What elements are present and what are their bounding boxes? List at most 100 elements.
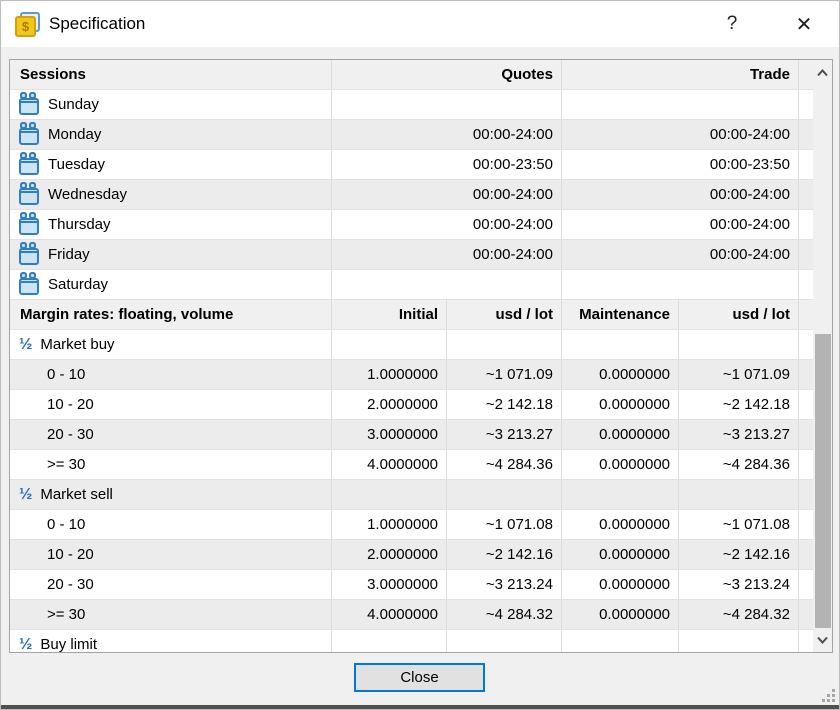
specification-dialog: $ Specification ? ✕ Sessions Quotes Trad…	[0, 0, 840, 710]
table-row-monday[interactable]: Monday 00:00-24:00 00:00-24:00	[10, 120, 813, 150]
initial-usd-cell: ~2 142.16	[447, 540, 562, 569]
resize-grip[interactable]	[822, 689, 835, 702]
initial-usd-cell: ~3 213.27	[447, 420, 562, 449]
scroll-up-button[interactable]	[813, 60, 832, 85]
maintenance-usd-cell: ~2 142.16	[679, 540, 799, 569]
day-label: Friday	[48, 246, 90, 263]
maintenance-cell: 0.0000000	[562, 390, 679, 419]
close-icon[interactable]: ✕	[781, 1, 827, 47]
day-label: Wednesday	[48, 186, 127, 203]
quotes-column-header: Quotes	[332, 60, 562, 89]
range-label: 10 - 20	[10, 540, 332, 569]
table-row[interactable]: >= 30 4.0000000 ~4 284.32 0.0000000 ~4 2…	[10, 600, 813, 630]
window-bottom-edge	[1, 705, 839, 709]
trade-cell: 00:00-24:00	[562, 120, 799, 149]
quotes-cell	[332, 270, 562, 299]
day-label: Monday	[48, 126, 101, 143]
range-label: 20 - 30	[10, 420, 332, 449]
table-rows: Sessions Quotes Trade Sunday Monday 00:0…	[10, 60, 813, 652]
group-label: Market sell	[40, 486, 113, 503]
maintenance-usd-cell: ~1 071.09	[679, 360, 799, 389]
initial-usd-cell: ~4 284.36	[447, 450, 562, 479]
range-label: 10 - 20	[10, 390, 332, 419]
day-label: Tuesday	[48, 156, 105, 173]
range-label: >= 30	[10, 600, 332, 629]
maintenance-usd-cell: ~2 142.18	[679, 390, 799, 419]
initial-usd-cell: ~1 071.08	[447, 510, 562, 539]
calendar-icon	[19, 278, 39, 295]
table-row[interactable]: 0 - 10 1.0000000 ~1 071.08 0.0000000 ~1 …	[10, 510, 813, 540]
trade-cell: 00:00-24:00	[562, 240, 799, 269]
scroll-down-button[interactable]	[813, 627, 832, 652]
trade-cell	[562, 90, 799, 119]
margin-header-row[interactable]: Margin rates: floating, volume Initial u…	[10, 300, 813, 330]
close-button[interactable]: Close	[354, 663, 485, 692]
table-row[interactable]: 20 - 30 3.0000000 ~3 213.27 0.0000000 ~3…	[10, 420, 813, 450]
trade-cell: 00:00-24:00	[562, 210, 799, 239]
trade-cell	[562, 270, 799, 299]
maintenance-cell: 0.0000000	[562, 450, 679, 479]
group-row-market-sell[interactable]: ½ Market sell	[10, 480, 813, 510]
initial-cell: 3.0000000	[332, 420, 447, 449]
half-fraction-icon: ½	[19, 336, 32, 354]
initial-cell: 2.0000000	[332, 540, 447, 569]
maintenance-cell: 0.0000000	[562, 510, 679, 539]
range-label: >= 30	[10, 450, 332, 479]
chevron-down-icon	[817, 636, 828, 644]
trade-cell: 00:00-24:00	[562, 180, 799, 209]
initial-usd-cell: ~4 284.32	[447, 600, 562, 629]
sessions-header-row[interactable]: Sessions Quotes Trade	[10, 60, 813, 90]
maintenance-cell: 0.0000000	[562, 360, 679, 389]
table-row-wednesday[interactable]: Wednesday 00:00-24:00 00:00-24:00	[10, 180, 813, 210]
vertical-scrollbar[interactable]	[813, 60, 832, 652]
range-label: 0 - 10	[10, 360, 332, 389]
initial-cell: 4.0000000	[332, 450, 447, 479]
calendar-icon	[19, 98, 39, 115]
table-row-tuesday[interactable]: Tuesday 00:00-23:50 00:00-23:50	[10, 150, 813, 180]
initial-usd-column-header: usd / lot	[447, 300, 562, 329]
maintenance-column-header: Maintenance	[562, 300, 679, 329]
scrollbar-thumb[interactable]	[815, 334, 831, 628]
title-bar: $ Specification ? ✕	[1, 1, 839, 47]
initial-cell: 4.0000000	[332, 600, 447, 629]
maintenance-usd-cell: ~3 213.27	[679, 420, 799, 449]
help-button[interactable]: ?	[709, 1, 755, 47]
maintenance-usd-cell: ~4 284.36	[679, 450, 799, 479]
trade-column-header: Trade	[562, 60, 799, 89]
calendar-icon	[19, 248, 39, 265]
initial-cell: 3.0000000	[332, 570, 447, 599]
table-row-friday[interactable]: Friday 00:00-24:00 00:00-24:00	[10, 240, 813, 270]
trade-cell: 00:00-23:50	[562, 150, 799, 179]
table-row[interactable]: 0 - 10 1.0000000 ~1 071.09 0.0000000 ~1 …	[10, 360, 813, 390]
quotes-cell: 00:00-23:50	[332, 150, 562, 179]
half-fraction-icon: ½	[19, 486, 32, 504]
table-row-sunday[interactable]: Sunday	[10, 90, 813, 120]
window-title: Specification	[49, 14, 145, 34]
day-label: Saturday	[48, 276, 108, 293]
calendar-icon	[19, 218, 39, 235]
day-label: Thursday	[48, 216, 111, 233]
maintenance-usd-column-header: usd / lot	[679, 300, 799, 329]
range-label: 0 - 10	[10, 510, 332, 539]
maintenance-cell: 0.0000000	[562, 420, 679, 449]
table-row-saturday[interactable]: Saturday	[10, 270, 813, 300]
table-row[interactable]: 20 - 30 3.0000000 ~3 213.24 0.0000000 ~3…	[10, 570, 813, 600]
quotes-cell: 00:00-24:00	[332, 210, 562, 239]
maintenance-usd-cell: ~4 284.32	[679, 600, 799, 629]
quotes-cell	[332, 90, 562, 119]
maintenance-usd-cell: ~1 071.08	[679, 510, 799, 539]
table-row[interactable]: >= 30 4.0000000 ~4 284.36 0.0000000 ~4 2…	[10, 450, 813, 480]
calendar-icon	[19, 128, 39, 145]
calendar-icon	[19, 158, 39, 175]
group-row-market-buy[interactable]: ½Market buy	[10, 330, 813, 360]
maintenance-cell: 0.0000000	[562, 570, 679, 599]
maintenance-cell: 0.0000000	[562, 540, 679, 569]
table-row[interactable]: 10 - 20 2.0000000 ~2 142.16 0.0000000 ~2…	[10, 540, 813, 570]
initial-usd-cell: ~1 071.09	[447, 360, 562, 389]
half-fraction-icon: ½	[19, 636, 32, 653]
table-row[interactable]: 10 - 20 2.0000000 ~2 142.18 0.0000000 ~2…	[10, 390, 813, 420]
maintenance-cell: 0.0000000	[562, 600, 679, 629]
group-row-buy-limit[interactable]: ½Buy limit	[10, 630, 813, 652]
initial-usd-cell: ~3 213.24	[447, 570, 562, 599]
table-row-thursday[interactable]: Thursday 00:00-24:00 00:00-24:00	[10, 210, 813, 240]
